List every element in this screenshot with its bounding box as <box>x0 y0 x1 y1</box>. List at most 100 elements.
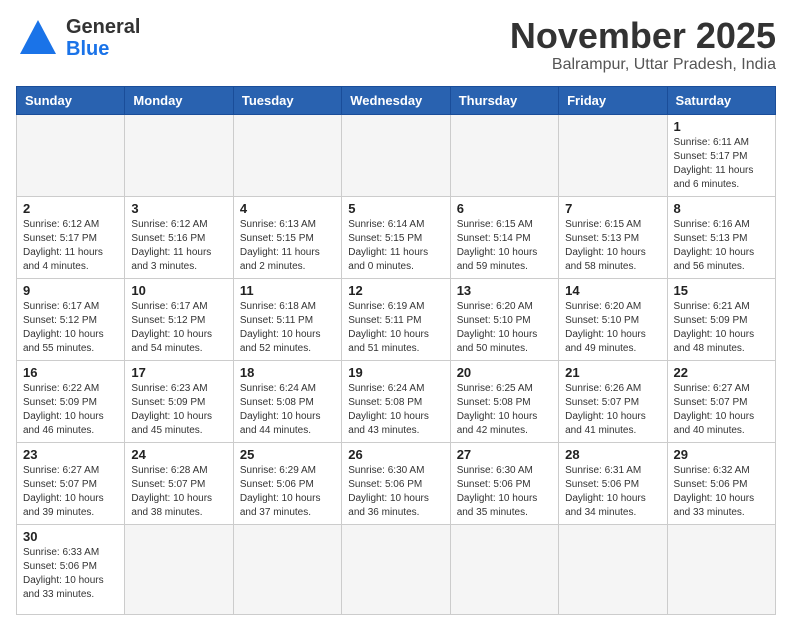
day-number: 15 <box>674 283 769 298</box>
day-number: 3 <box>131 201 226 216</box>
day-info: Sunrise: 6:12 AM Sunset: 5:17 PM Dayligh… <box>23 218 118 274</box>
day-info: Sunrise: 6:17 AM Sunset: 5:12 PM Dayligh… <box>23 300 118 356</box>
table-row: 3 Sunrise: 6:12 AM Sunset: 5:16 PM Daylig… <box>125 196 233 278</box>
table-row <box>125 524 233 614</box>
table-row: 1 Sunrise: 6:11 AM Sunset: 5:17 PM Daylig… <box>667 114 775 196</box>
calendar-header-row: Sunday Monday Tuesday Wednesday Thursday… <box>17 86 776 114</box>
day-number: 17 <box>131 365 226 380</box>
table-row <box>233 524 341 614</box>
day-number: 7 <box>565 201 660 216</box>
col-saturday: Saturday <box>667 86 775 114</box>
day-info: Sunrise: 6:30 AM Sunset: 5:06 PM Dayligh… <box>348 464 443 520</box>
day-info: Sunrise: 6:13 AM Sunset: 5:15 PM Dayligh… <box>240 218 335 274</box>
day-info: Sunrise: 6:24 AM Sunset: 5:08 PM Dayligh… <box>348 382 443 438</box>
day-info: Sunrise: 6:24 AM Sunset: 5:08 PM Dayligh… <box>240 382 335 438</box>
day-info: Sunrise: 6:23 AM Sunset: 5:09 PM Dayligh… <box>131 382 226 438</box>
table-row: 2Sunrise: 6:12 AM Sunset: 5:17 PM Daylig… <box>17 196 125 278</box>
day-info: Sunrise: 6:14 AM Sunset: 5:15 PM Dayligh… <box>348 218 443 274</box>
table-row <box>559 114 667 196</box>
calendar-week-row: 30Sunrise: 6:33 AM Sunset: 5:06 PM Dayli… <box>17 524 776 614</box>
day-number: 13 <box>457 283 552 298</box>
day-info: Sunrise: 6:33 AM Sunset: 5:06 PM Dayligh… <box>23 546 118 602</box>
day-info: Sunrise: 6:27 AM Sunset: 5:07 PM Dayligh… <box>674 382 769 438</box>
table-row: 10 Sunrise: 6:17 AM Sunset: 5:12 PM Dayli… <box>125 278 233 360</box>
day-info: Sunrise: 6:27 AM Sunset: 5:07 PM Dayligh… <box>23 464 118 520</box>
table-row: 26Sunrise: 6:30 AM Sunset: 5:06 PM Dayli… <box>342 442 450 524</box>
table-row: 28Sunrise: 6:31 AM Sunset: 5:06 PM Dayli… <box>559 442 667 524</box>
day-info: Sunrise: 6:15 AM Sunset: 5:13 PM Dayligh… <box>565 218 660 274</box>
logo-blue: Blue <box>66 38 109 60</box>
table-row: 22Sunrise: 6:27 AM Sunset: 5:07 PM Dayli… <box>667 360 775 442</box>
table-row: 18 Sunrise: 6:24 AM Sunset: 5:08 PM Dayli… <box>233 360 341 442</box>
table-row <box>342 114 450 196</box>
day-info: Sunrise: 6:21 AM Sunset: 5:09 PM Dayligh… <box>674 300 769 356</box>
day-info: Sunrise: 6:19 AM Sunset: 5:11 PM Dayligh… <box>348 300 443 356</box>
day-number: 28 <box>565 447 660 462</box>
table-row: 27Sunrise: 6:30 AM Sunset: 5:06 PM Dayli… <box>450 442 558 524</box>
table-row: 19Sunrise: 6:24 AM Sunset: 5:08 PM Dayli… <box>342 360 450 442</box>
table-row <box>450 114 558 196</box>
day-number: 24 <box>131 447 226 462</box>
logo: General Blue <box>16 16 140 60</box>
table-row: 9 Sunrise: 6:17 AM Sunset: 5:12 PM Daylig… <box>17 278 125 360</box>
table-row: 24 Sunrise: 6:28 AM Sunset: 5:07 PM Dayli… <box>125 442 233 524</box>
table-row: 4 Sunrise: 6:13 AM Sunset: 5:15 PM Daylig… <box>233 196 341 278</box>
day-info: Sunrise: 6:30 AM Sunset: 5:06 PM Dayligh… <box>457 464 552 520</box>
day-number: 9 <box>23 283 118 298</box>
table-row: 6Sunrise: 6:15 AM Sunset: 5:14 PM Daylig… <box>450 196 558 278</box>
day-number: 6 <box>457 201 552 216</box>
table-row <box>125 114 233 196</box>
day-info: Sunrise: 6:20 AM Sunset: 5:10 PM Dayligh… <box>457 300 552 356</box>
day-number: 12 <box>348 283 443 298</box>
header: General Blue November 2025 Balrampur, Ut… <box>16 16 776 74</box>
day-number: 29 <box>674 447 769 462</box>
day-number: 25 <box>240 447 335 462</box>
day-number: 14 <box>565 283 660 298</box>
day-info: Sunrise: 6:16 AM Sunset: 5:13 PM Dayligh… <box>674 218 769 274</box>
day-number: 16 <box>23 365 118 380</box>
table-row <box>450 524 558 614</box>
table-row: 8Sunrise: 6:16 AM Sunset: 5:13 PM Daylig… <box>667 196 775 278</box>
day-number: 20 <box>457 365 552 380</box>
table-row: 15 Sunrise: 6:21 AM Sunset: 5:09 PM Dayli… <box>667 278 775 360</box>
table-row: 5Sunrise: 6:14 AM Sunset: 5:15 PM Daylig… <box>342 196 450 278</box>
day-number: 1 <box>674 119 769 134</box>
day-info: Sunrise: 6:22 AM Sunset: 5:09 PM Dayligh… <box>23 382 118 438</box>
day-info: Sunrise: 6:32 AM Sunset: 5:06 PM Dayligh… <box>674 464 769 520</box>
col-friday: Friday <box>559 86 667 114</box>
day-info: Sunrise: 6:18 AM Sunset: 5:11 PM Dayligh… <box>240 300 335 356</box>
table-row: 20Sunrise: 6:25 AM Sunset: 5:08 PM Dayli… <box>450 360 558 442</box>
col-sunday: Sunday <box>17 86 125 114</box>
day-number: 23 <box>23 447 118 462</box>
table-row: 29 Sunrise: 6:32 AM Sunset: 5:06 PM Dayli… <box>667 442 775 524</box>
logo-text-area: General Blue <box>66 16 140 60</box>
day-number: 11 <box>240 283 335 298</box>
location-title: Balrampur, Uttar Pradesh, India <box>510 56 776 74</box>
table-row: 30Sunrise: 6:33 AM Sunset: 5:06 PM Dayli… <box>17 524 125 614</box>
calendar-week-row: 23 Sunrise: 6:27 AM Sunset: 5:07 PM Dayli… <box>17 442 776 524</box>
day-info: Sunrise: 6:29 AM Sunset: 5:06 PM Dayligh… <box>240 464 335 520</box>
month-title: November 2025 <box>510 16 776 56</box>
day-info: Sunrise: 6:17 AM Sunset: 5:12 PM Dayligh… <box>131 300 226 356</box>
day-number: 4 <box>240 201 335 216</box>
table-row: 25 Sunrise: 6:29 AM Sunset: 5:06 PM Dayli… <box>233 442 341 524</box>
table-row <box>667 524 775 614</box>
day-info: Sunrise: 6:11 AM Sunset: 5:17 PM Dayligh… <box>674 136 769 192</box>
table-row: 12 Sunrise: 6:19 AM Sunset: 5:11 PM Dayli… <box>342 278 450 360</box>
table-row: 7 Sunrise: 6:15 AM Sunset: 5:13 PM Daylig… <box>559 196 667 278</box>
col-tuesday: Tuesday <box>233 86 341 114</box>
calendar-week-row: 2Sunrise: 6:12 AM Sunset: 5:17 PM Daylig… <box>17 196 776 278</box>
table-row <box>233 114 341 196</box>
day-info: Sunrise: 6:12 AM Sunset: 5:16 PM Dayligh… <box>131 218 226 274</box>
logo-icon <box>16 16 60 60</box>
table-row: 21Sunrise: 6:26 AM Sunset: 5:07 PM Dayli… <box>559 360 667 442</box>
day-info: Sunrise: 6:20 AM Sunset: 5:10 PM Dayligh… <box>565 300 660 356</box>
table-row <box>17 114 125 196</box>
table-row: 16 Sunrise: 6:22 AM Sunset: 5:09 PM Dayli… <box>17 360 125 442</box>
day-number: 18 <box>240 365 335 380</box>
calendar-week-row: 16 Sunrise: 6:22 AM Sunset: 5:09 PM Dayli… <box>17 360 776 442</box>
day-number: 21 <box>565 365 660 380</box>
day-info: Sunrise: 6:28 AM Sunset: 5:07 PM Dayligh… <box>131 464 226 520</box>
table-row: 11 Sunrise: 6:18 AM Sunset: 5:11 PM Dayli… <box>233 278 341 360</box>
day-number: 10 <box>131 283 226 298</box>
